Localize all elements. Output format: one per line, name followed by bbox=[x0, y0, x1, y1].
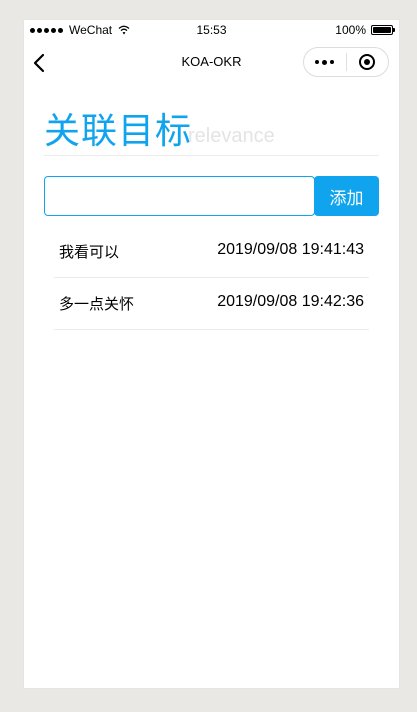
page-title: 关联目标 bbox=[44, 110, 193, 151]
status-bar: WeChat 15:53 100% bbox=[24, 20, 399, 40]
relevance-list: 我看可以 2019/09/08 19:41:43 多一点关怀 2019/09/0… bbox=[54, 226, 369, 330]
list-item[interactable]: 我看可以 2019/09/08 19:41:43 bbox=[54, 226, 369, 278]
battery-fill bbox=[373, 27, 391, 33]
relevance-input[interactable] bbox=[44, 176, 315, 216]
page-subtitle: relevance bbox=[188, 125, 275, 147]
battery-percent: 100% bbox=[335, 23, 366, 37]
close-mini-program-button[interactable] bbox=[346, 48, 388, 76]
add-form: 添加 bbox=[44, 176, 379, 216]
list-item-text: 我看可以 bbox=[59, 243, 120, 261]
status-right: 100% bbox=[335, 23, 395, 37]
more-dots-icon[interactable] bbox=[304, 48, 346, 76]
list-item-text: 多一点关怀 bbox=[59, 295, 135, 313]
nav-bar: KOA-OKR bbox=[24, 40, 399, 86]
list-item-time: 2019/09/08 19:42:36 bbox=[217, 293, 364, 310]
battery-icon bbox=[371, 25, 395, 35]
page-heading: 关联目标 relevance bbox=[44, 108, 379, 156]
add-button[interactable]: 添加 bbox=[314, 176, 379, 216]
target-circle-icon bbox=[359, 54, 376, 70]
list-item[interactable]: 多一点关怀 2019/09/08 19:42:36 bbox=[54, 278, 369, 330]
phone-screen: WeChat 15:53 100% KOA-OKR 关联目标 relevance… bbox=[24, 20, 399, 688]
list-item-time: 2019/09/08 19:41:43 bbox=[217, 241, 364, 258]
capsule-menu bbox=[303, 47, 389, 77]
